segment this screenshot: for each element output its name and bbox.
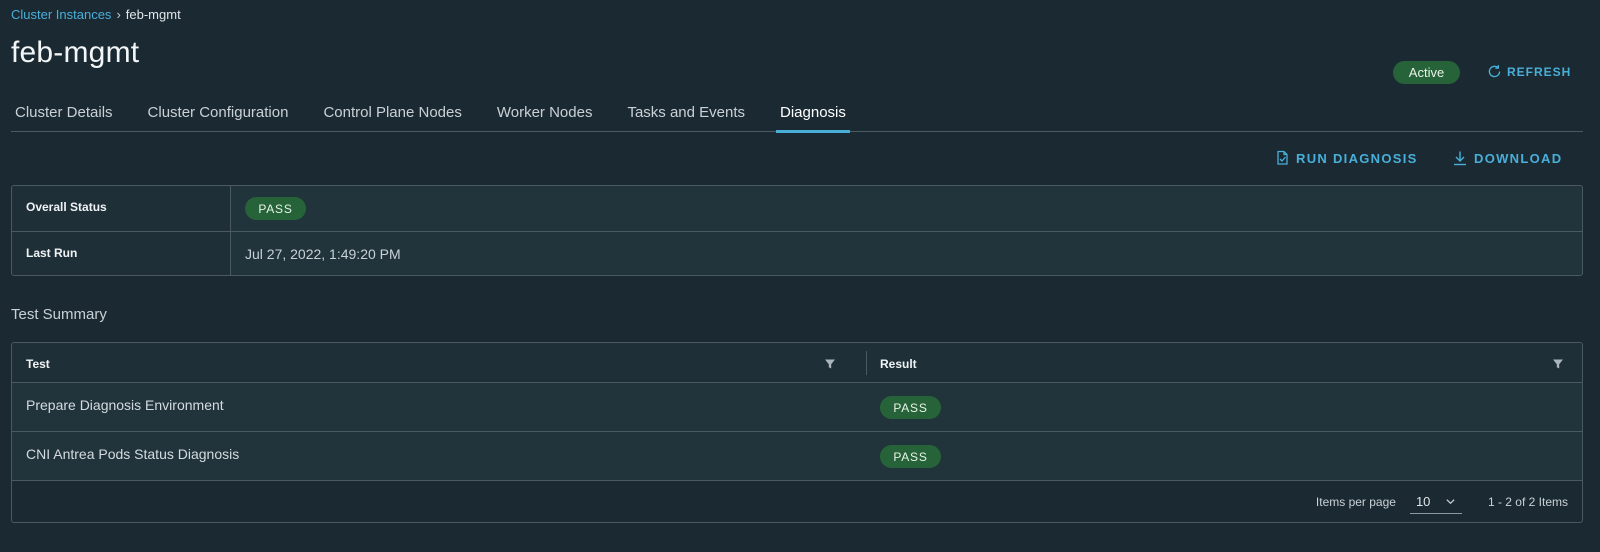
summary-row-overall-status: Overall Status PASS [12, 186, 1582, 231]
items-per-page-label: Items per page [1315, 495, 1396, 509]
page-title: feb-mgmt [11, 36, 140, 69]
breadcrumb-link-cluster-instances[interactable]: Cluster Instances [11, 7, 111, 22]
status-badge: Active [1393, 61, 1460, 84]
run-diagnosis-button[interactable]: RUN DIAGNOSIS [1274, 150, 1418, 166]
download-label: DOWNLOAD [1474, 150, 1563, 166]
last-run-label: Last Run [12, 232, 231, 275]
chevron-down-icon [1446, 499, 1455, 505]
grid-footer: Items per page 10 1 - 2 of 2 Items [12, 482, 1582, 522]
column-header-result-label: Result [880, 357, 917, 371]
test-name-cell: CNI Antrea Pods Status Diagnosis [26, 446, 240, 462]
test-summary-title: Test Summary [11, 306, 107, 323]
download-button[interactable]: DOWNLOAD [1452, 150, 1562, 166]
item-range-text: 1 - 2 of 2 Items [1487, 495, 1568, 509]
table-row: CNI Antrea Pods Status Diagnosis PASS [12, 432, 1582, 481]
result-cell: PASS [866, 432, 1582, 480]
grid-header: Test Result [12, 343, 1582, 383]
breadcrumb-current: feb-mgmt [125, 7, 181, 22]
refresh-label: REFRESH [1507, 64, 1572, 79]
test-name-cell: Prepare Diagnosis Environment [26, 397, 224, 413]
tab-cluster-details[interactable]: Cluster Details [11, 98, 117, 132]
breadcrumb-separator: › [116, 7, 121, 22]
result-badge: PASS [880, 396, 941, 419]
tab-diagnosis[interactable]: Diagnosis [776, 98, 850, 133]
test-summary-grid: Test Result Prepare Diagnosis Environmen… [11, 342, 1583, 523]
diagnosis-summary: Overall Status PASS Last Run Jul 27, 202… [11, 185, 1583, 276]
download-icon [1454, 151, 1466, 166]
refresh-button[interactable]: REFRESH [1486, 63, 1571, 80]
result-cell: PASS [866, 383, 1582, 431]
tab-cluster-configuration[interactable]: Cluster Configuration [144, 98, 293, 132]
breadcrumb: Cluster Instances › feb-mgmt [11, 7, 181, 22]
overall-status-badge: PASS [245, 197, 306, 220]
filter-icon[interactable] [1552, 358, 1564, 370]
filter-icon[interactable] [824, 358, 836, 370]
last-run-value: Jul 27, 2022, 1:49:20 PM [245, 246, 401, 262]
refresh-icon [1488, 65, 1501, 78]
result-badge: PASS [880, 445, 941, 468]
page-size-select[interactable]: 10 [1409, 490, 1462, 514]
tab-worker-nodes[interactable]: Worker Nodes [493, 98, 597, 132]
column-header-test[interactable]: Test [12, 343, 866, 382]
run-diagnosis-label: RUN DIAGNOSIS [1296, 150, 1418, 166]
overall-status-value: PASS [231, 186, 1582, 231]
page-size-value: 10 [1415, 494, 1431, 509]
overall-status-label: Overall Status [12, 186, 231, 231]
tab-bar: Cluster Details Cluster Configuration Co… [11, 98, 1583, 133]
tab-tasks-and-events[interactable]: Tasks and Events [623, 98, 749, 132]
column-header-test-label: Test [26, 357, 50, 371]
run-diagnosis-icon [1277, 150, 1288, 165]
column-header-result[interactable]: Result [866, 343, 1582, 382]
summary-row-last-run: Last Run Jul 27, 2022, 1:49:20 PM [12, 231, 1582, 275]
table-row: Prepare Diagnosis Environment PASS [12, 383, 1582, 432]
page: Cluster Instances › feb-mgmt feb-mgmt Ac… [0, 0, 1600, 552]
tab-control-plane-nodes[interactable]: Control Plane Nodes [319, 98, 465, 132]
